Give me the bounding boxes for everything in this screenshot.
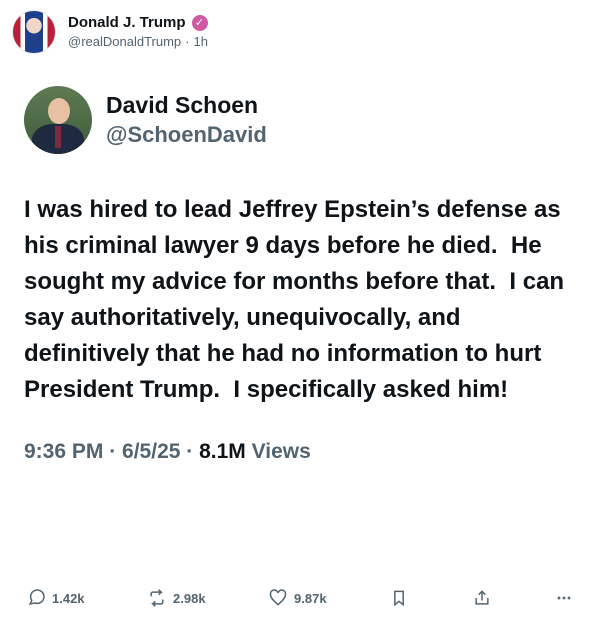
- repost-count: 2.98k: [173, 590, 206, 606]
- avatar-tie: [55, 126, 61, 148]
- author-handle-row: @realDonaldTrump · 1h: [68, 33, 208, 50]
- embedded-author: David Schoen @SchoenDavid: [106, 92, 267, 148]
- like-count: 9.87k: [294, 590, 327, 606]
- more-button[interactable]: [554, 588, 574, 608]
- separator-dot: ·: [185, 33, 190, 49]
- author-name[interactable]: Donald J. Trump: [68, 14, 186, 31]
- author-meta: Donald J. Trump ✓ @realDonaldTrump · 1h: [68, 14, 208, 49]
- embedded-post-info: 9:36 PM · 6/5/25 · 8.1M Views: [24, 440, 569, 464]
- avatar-face: [48, 98, 70, 124]
- embedded-time: 9:36 PM: [24, 440, 104, 463]
- post-time[interactable]: 1h: [194, 34, 208, 49]
- verified-badge-icon: ✓: [191, 15, 208, 32]
- like-button[interactable]: 9.87k: [268, 588, 327, 608]
- views-count: 8.1M: [199, 440, 246, 463]
- reply-count: 1.42k: [52, 590, 85, 606]
- embedded-avatar: [24, 86, 92, 154]
- post-card: Donald J. Trump ✓ @realDonaldTrump · 1h Da…: [0, 0, 593, 629]
- bookmark-icon: [394, 590, 404, 607]
- repost-button[interactable]: 2.98k: [147, 588, 206, 608]
- post-header: Donald J. Trump ✓ @realDonaldTrump · 1h: [12, 10, 208, 54]
- info-dot: ·: [180, 440, 200, 463]
- embedded-author-handle: @SchoenDavid: [106, 121, 267, 147]
- embedded-date: 6/5/25: [122, 440, 181, 463]
- reply-button[interactable]: 1.42k: [26, 588, 85, 608]
- embedded-author-name: David Schoen: [106, 92, 259, 118]
- heart-icon: [269, 589, 287, 606]
- views-label: Views: [251, 440, 311, 463]
- action-bar: 1.42k 2.98k 9.87k: [26, 586, 574, 610]
- embedded-post[interactable]: David Schoen @SchoenDavid I was hired to…: [24, 86, 569, 464]
- share-icon: [474, 590, 489, 605]
- repost-icon: [150, 589, 164, 607]
- author-handle[interactable]: @realDonaldTrump: [68, 34, 181, 49]
- reply-icon: [28, 589, 45, 605]
- share-button[interactable]: [472, 588, 492, 608]
- embedded-post-text: I was hired to lead Jeffrey Epstein’s de…: [24, 196, 571, 403]
- embedded-header: David Schoen @SchoenDavid: [24, 86, 569, 154]
- avatar[interactable]: [12, 10, 56, 54]
- author-name-row: Donald J. Trump ✓: [68, 14, 208, 31]
- more-icon: [557, 596, 571, 600]
- info-dot: ·: [103, 440, 123, 463]
- bookmark-button[interactable]: [389, 588, 409, 608]
